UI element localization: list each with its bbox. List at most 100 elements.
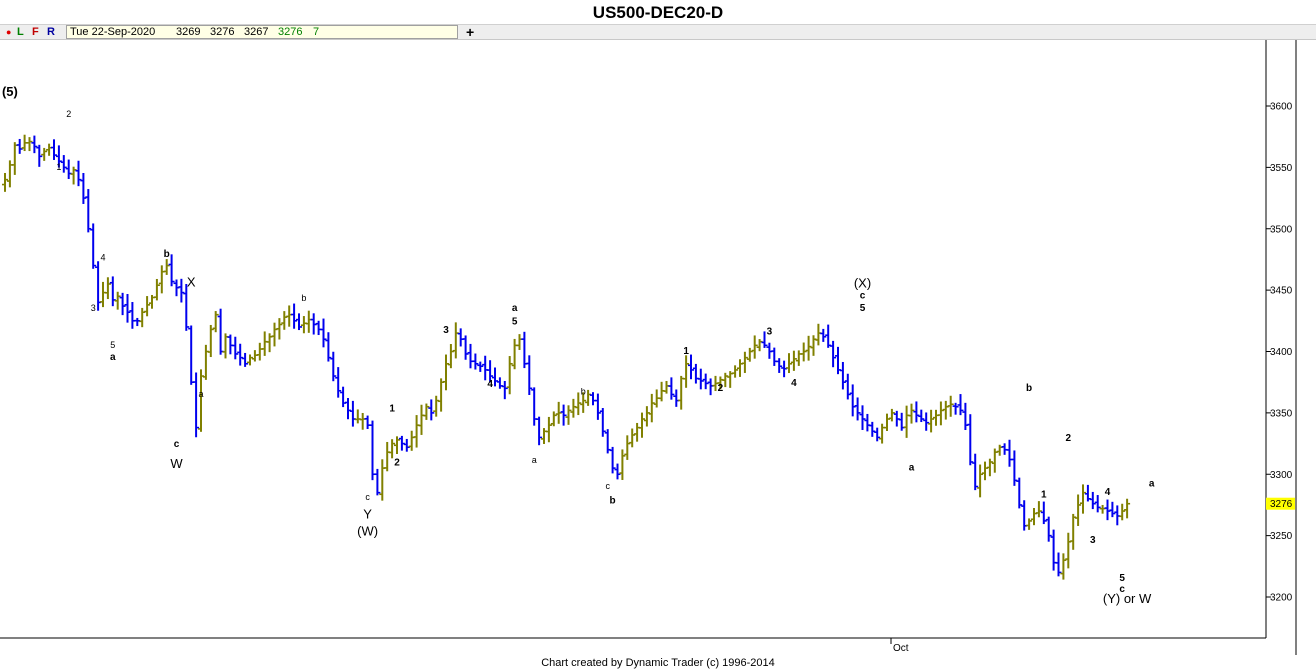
wave-label: 5 — [860, 303, 866, 314]
x-tick-label: Oct — [893, 643, 909, 654]
price-bar — [183, 283, 190, 331]
price-bar — [810, 335, 817, 356]
price-bar — [482, 355, 489, 381]
price-bar — [884, 413, 890, 432]
price-bar — [114, 291, 121, 310]
wave-label: 2 — [394, 458, 400, 469]
price-bar — [16, 138, 23, 154]
price-bar — [879, 423, 886, 444]
info-close: 3276 — [278, 26, 303, 38]
footer-credit: Chart created by Dynamic Trader (c) 1996… — [541, 657, 775, 669]
price-bar — [501, 380, 508, 400]
price-bar — [683, 355, 690, 388]
wave-label: b — [610, 496, 616, 507]
wave-label: 5 — [110, 340, 115, 350]
price-bar — [296, 313, 302, 331]
price-bar — [977, 464, 984, 498]
price-bar — [673, 389, 680, 407]
price-bar — [325, 332, 332, 362]
price-bar — [26, 137, 33, 152]
price-bar — [423, 403, 430, 420]
price-bar — [90, 223, 97, 269]
price-bar — [511, 338, 518, 370]
price-bar — [403, 438, 410, 452]
price-bar — [555, 401, 562, 424]
price-bar — [982, 461, 988, 481]
price-bar — [903, 405, 910, 438]
wave-label: Y — [363, 506, 372, 521]
price-bar — [315, 320, 322, 336]
wave-label: W — [170, 456, 183, 471]
price-bar — [839, 361, 846, 390]
price-bar — [374, 468, 381, 496]
f-button[interactable]: F — [32, 25, 39, 40]
price-bar — [438, 378, 445, 412]
price-bar — [65, 159, 72, 179]
price-bar — [95, 261, 102, 311]
price-bar — [545, 416, 552, 443]
wave-label: 2 — [66, 109, 71, 119]
price-bar — [359, 412, 366, 430]
price-bar — [178, 278, 185, 303]
price-bar — [967, 414, 974, 466]
plot-frame — [0, 40, 1297, 655]
wave-label: b — [581, 386, 586, 396]
price-bar — [212, 311, 219, 333]
price-bar — [614, 463, 621, 480]
price-bar — [1001, 443, 1008, 455]
price-bar — [345, 398, 351, 420]
price-bar — [413, 415, 420, 448]
price-bar — [104, 277, 111, 300]
price-bar — [722, 372, 729, 388]
y-tick-label: 3350 — [1270, 408, 1293, 419]
price-bar — [364, 415, 371, 430]
r-button[interactable]: R — [47, 25, 55, 40]
wave-label: 5 — [512, 316, 518, 327]
y-tick-label: 3250 — [1270, 531, 1293, 542]
price-bar — [36, 144, 43, 167]
price-bar — [1070, 513, 1077, 550]
l-button[interactable]: L — [17, 25, 24, 40]
red-dot-icon[interactable]: ● — [6, 25, 11, 40]
price-bar — [800, 342, 807, 362]
price-bar — [60, 155, 67, 173]
price-bar — [276, 318, 283, 340]
price-bar — [536, 416, 543, 446]
wave-label: 3 — [91, 303, 96, 313]
price-chart[interactable]: 3200 3250 3300 3350 3400 3450 3500 3550 3600 3276… — [0, 40, 1316, 655]
price-bar — [124, 293, 131, 323]
wave-label: c — [860, 291, 866, 302]
wave-label: a — [198, 389, 203, 399]
price-bar — [962, 402, 969, 431]
price-bar — [369, 420, 376, 481]
wave-labels: (5)21435abXacWbcY(W)12345aabcb1234(X)c5a… — [2, 84, 1155, 606]
price-bar — [737, 359, 743, 377]
price-bar — [933, 409, 939, 426]
price-bar — [379, 459, 386, 501]
price-bar — [1099, 504, 1106, 514]
price-bar — [1089, 491, 1096, 510]
price-bar — [594, 393, 601, 420]
price-bar — [1031, 508, 1037, 526]
plus-button[interactable]: + — [466, 24, 474, 40]
price-bar — [908, 403, 915, 424]
y-tick-label: 3450 — [1270, 286, 1293, 297]
price-bar — [516, 334, 523, 350]
price-bar — [75, 160, 82, 187]
wave-label: 1 — [56, 162, 61, 172]
price-bar — [452, 322, 459, 359]
price-bar — [859, 405, 866, 430]
price-bar — [986, 458, 993, 477]
price-bar — [158, 265, 165, 294]
price-bar — [1016, 477, 1023, 509]
price-bar — [648, 393, 655, 423]
y-tick-label: 3300 — [1270, 470, 1293, 481]
wave-label: b — [301, 293, 306, 303]
price-bar — [1060, 553, 1067, 580]
price-bar — [11, 142, 18, 175]
info-low: 3267 — [244, 26, 269, 38]
price-bar — [129, 302, 136, 329]
wave-label: b — [1026, 383, 1032, 394]
wave-label: (X) — [854, 276, 871, 291]
wave-label: 1 — [389, 404, 395, 415]
